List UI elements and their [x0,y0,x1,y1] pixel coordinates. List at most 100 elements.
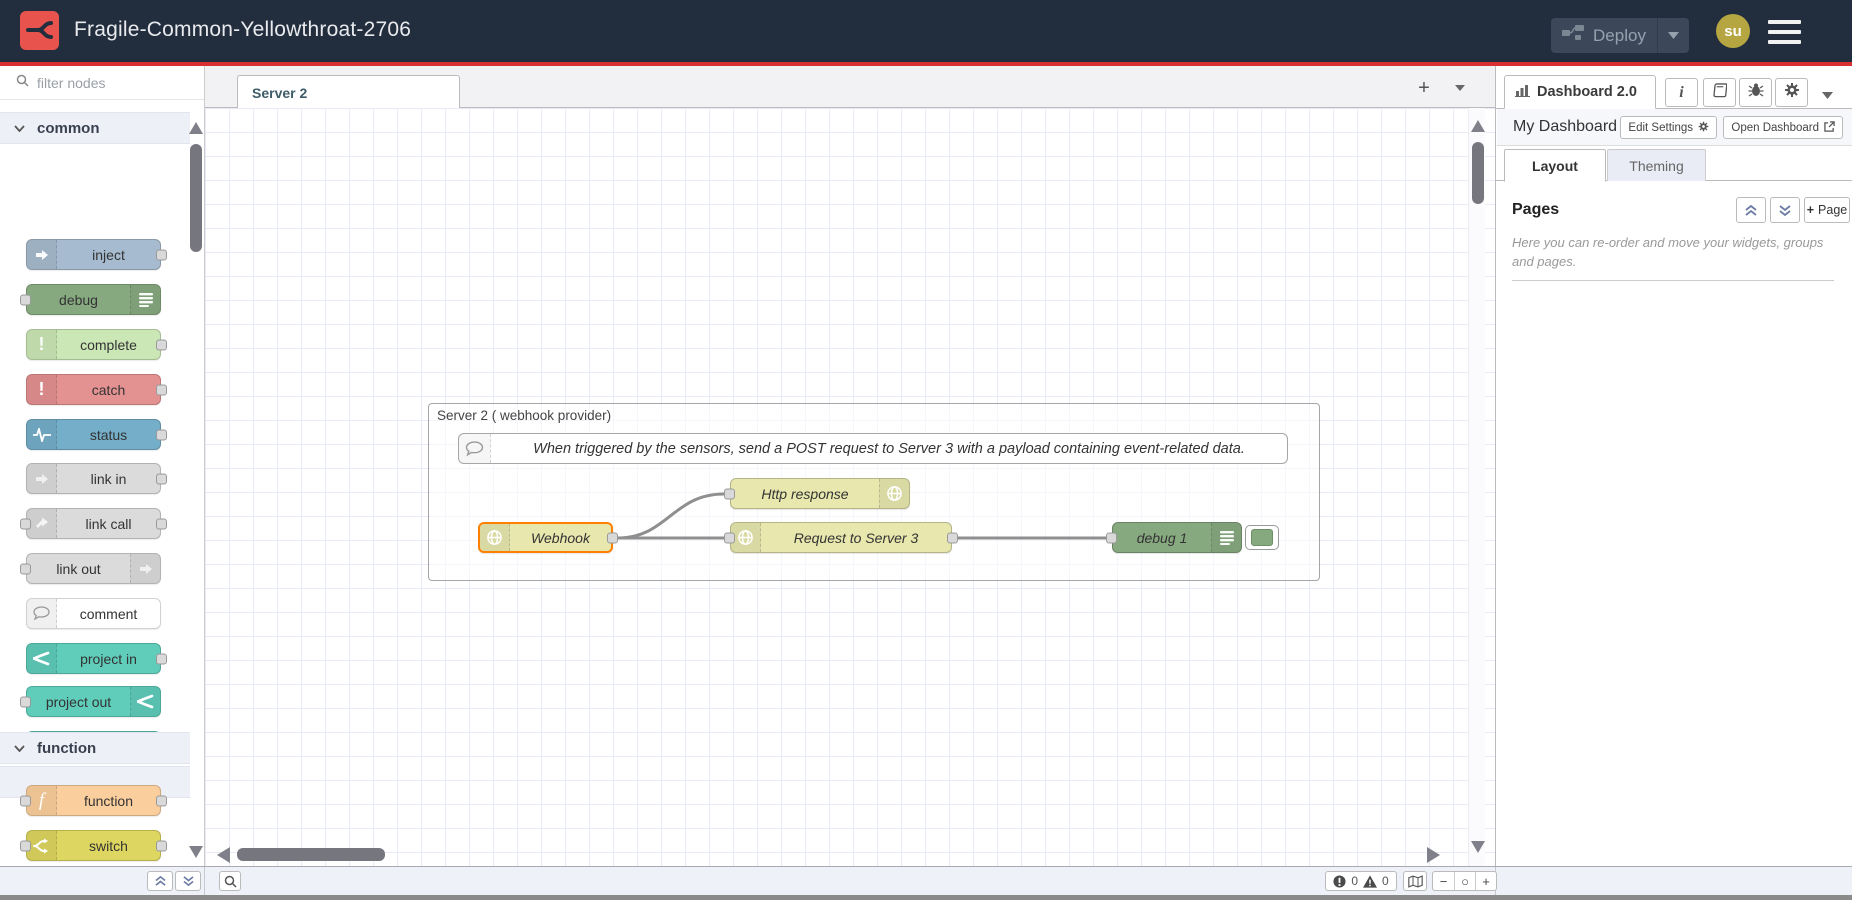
dashboard-subtabs: Layout Theming [1496,148,1852,181]
input-port[interactable] [1106,532,1117,543]
flow-node-comment[interactable]: When triggered by the sensors, send a PO… [458,433,1288,464]
open-dashboard-button[interactable]: Open Dashboard [1723,116,1843,139]
palette-node-debug[interactable]: debug [26,284,161,315]
input-port[interactable] [20,840,31,851]
info-icon: i [1679,84,1683,102]
config-tab-button[interactable] [1775,78,1808,107]
pages-divider [1512,280,1834,281]
user-avatar[interactable]: su [1716,14,1750,48]
canvas-vscroll-thumb[interactable] [1472,142,1484,204]
flow-node-debug-1[interactable]: debug 1 [1112,522,1242,553]
comment-text: When triggered by the sensors, send a PO… [491,434,1287,463]
input-port[interactable] [20,563,31,574]
canvas-hscroll-thumb[interactable] [237,848,385,861]
input-port[interactable] [20,518,31,529]
flow-tabbar: Server 2 + [205,66,1495,108]
output-port[interactable] [156,840,167,851]
output-port[interactable] [156,473,167,484]
output-port[interactable] [156,384,167,395]
output-port[interactable] [947,532,958,543]
palette-node-link-out[interactable]: link out [26,553,161,584]
search-icon [224,875,237,888]
palette-node-catch[interactable]: ! catch [26,374,161,405]
palette-node-inject[interactable]: inject [26,239,161,270]
flow-tab-server-2[interactable]: Server 2 [237,75,460,109]
search-icon [16,74,29,92]
gear-icon [1698,121,1709,135]
scroll-up-arrow[interactable] [189,122,203,134]
scroll-right-arrow[interactable] [1427,847,1440,863]
palette-node-link-call[interactable]: link call [26,508,161,539]
output-port[interactable] [156,653,167,664]
palette-node-switch[interactable]: switch [26,830,161,861]
inject-icon [27,240,57,269]
help-tab-button[interactable] [1703,78,1736,107]
palette-node-status[interactable]: status [26,419,161,450]
palette-node-complete[interactable]: ! complete [26,329,161,360]
debug-icon [130,285,160,314]
workspace-title: Fragile-Common-Yellowthroat-2706 [74,18,411,42]
scroll-down-arrow[interactable] [189,846,203,858]
flow-list-caret[interactable] [1448,75,1472,101]
scroll-down-arrow[interactable] [1471,841,1485,853]
palette-scrollbar-thumb[interactable] [190,144,202,252]
add-page-button[interactable]: + Page [1804,197,1850,223]
debug-enable-toggle[interactable] [1245,525,1279,550]
sidebar-menu-caret[interactable] [1822,86,1833,104]
palette-category-common[interactable]: common [0,112,190,144]
palette-category-function[interactable]: function [0,732,190,764]
move-down-button[interactable] [1770,197,1800,223]
palette-node-project-in[interactable]: project in [26,643,161,674]
add-flow-icon[interactable]: + [1410,75,1438,101]
deploy-options-caret[interactable] [1657,18,1689,53]
input-port[interactable] [724,532,735,543]
palette-node-project-out[interactable]: project out [26,686,161,717]
palette-collapse-all-button[interactable] [147,871,173,891]
flow-node-http-response[interactable]: Http response [730,478,910,509]
palette-filter-input[interactable]: filter nodes [0,66,204,100]
flow-node-webhook[interactable]: Webhook [478,522,613,553]
bug-icon [1748,82,1764,103]
canvas-search-button[interactable] [219,871,241,891]
scroll-up-arrow[interactable] [1471,120,1485,132]
palette-expand-all-button[interactable] [175,871,201,891]
sidebar-tab-dashboard[interactable]: Dashboard 2.0 [1504,75,1656,109]
palette-node-comment[interactable]: comment [26,598,161,629]
input-port[interactable] [724,488,735,499]
scroll-left-arrow[interactable] [217,847,230,863]
pulse-icon [27,420,57,449]
main-menu-icon[interactable] [1768,20,1801,44]
flow-canvas[interactable]: Server 2 ( webhook provider) When trigge… [205,108,1495,866]
palette-node-link-in[interactable]: link in [26,463,161,494]
zoom-reset-button[interactable]: ○ [1454,872,1475,890]
tab-layout[interactable]: Layout [1504,149,1606,182]
output-port[interactable] [607,532,618,543]
input-port[interactable] [20,294,31,305]
output-port[interactable] [156,429,167,440]
zoom-in-button[interactable]: + [1475,872,1496,890]
input-port[interactable] [20,795,31,806]
input-port[interactable] [20,696,31,707]
palette-node-function[interactable]: f function [26,785,161,816]
info-tab-button[interactable]: i [1665,78,1698,107]
move-up-button[interactable] [1736,197,1766,223]
notification-counts[interactable]: 0 0 [1325,871,1397,891]
edit-settings-button[interactable]: Edit Settings [1620,116,1717,139]
deploy-label: Deploy [1593,26,1646,46]
output-port[interactable] [156,795,167,806]
flow-node-request-to-server-3[interactable]: Request to Server 3 [730,522,952,553]
zoom-out-button[interactable]: − [1433,872,1454,890]
tab-theming[interactable]: Theming [1607,149,1706,181]
navigator-button[interactable] [1403,871,1427,891]
double-chevron-down-icon [1779,205,1791,216]
canvas-vertical-scrollbar[interactable] [1468,108,1485,866]
output-port[interactable] [156,518,167,529]
palette-scrollbar[interactable] [189,106,204,861]
switch-icon [27,831,57,860]
right-sidebar: Dashboard 2.0 i My Dashboard Ed [1495,66,1852,866]
canvas-horizontal-scrollbar[interactable] [205,845,1445,865]
output-port[interactable] [156,339,167,350]
debug-tab-button[interactable] [1739,78,1772,107]
deploy-button[interactable]: Deploy [1551,18,1689,53]
output-port[interactable] [156,249,167,260]
